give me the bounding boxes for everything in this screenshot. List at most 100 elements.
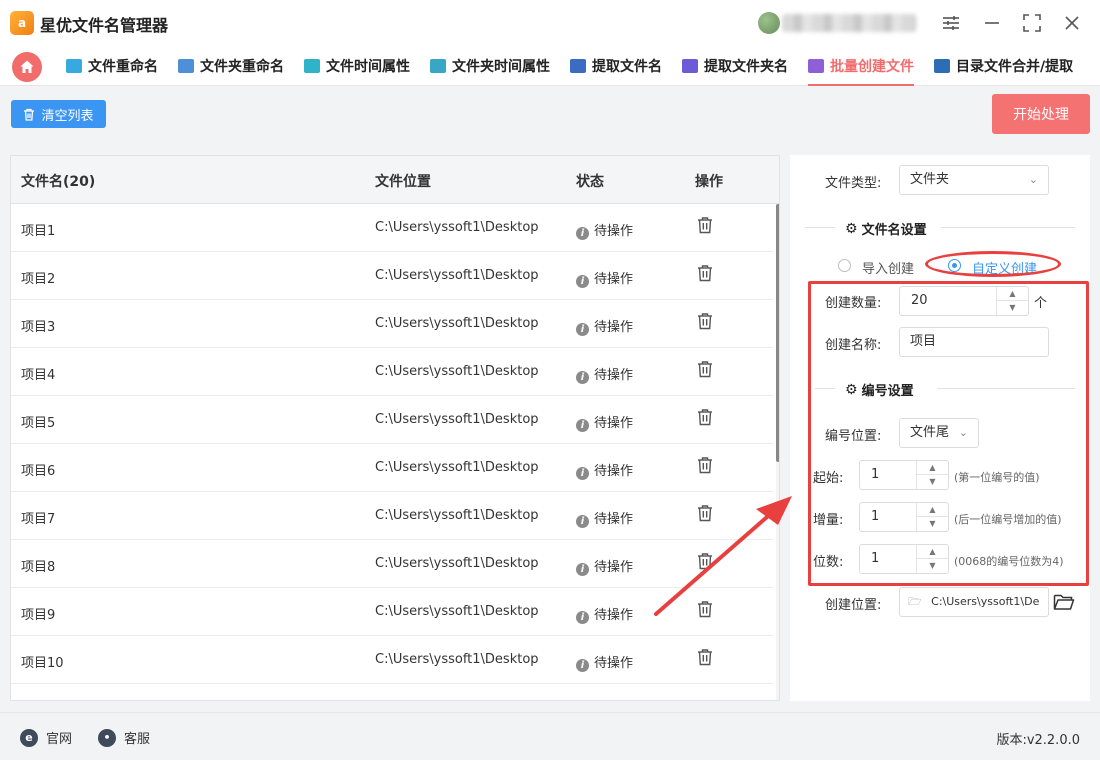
location-input[interactable]: 🗁 C:\Users\yssoft1\De (899, 587, 1049, 617)
info-icon: i (576, 515, 589, 528)
tab-label: 文件夹时间属性 (452, 59, 550, 75)
delete-icon[interactable] (696, 456, 714, 478)
delete-icon[interactable] (696, 264, 714, 286)
website-label: 官网 (46, 732, 73, 747)
support-label: 客服 (124, 732, 151, 747)
file-type-label: 文件类型: (825, 176, 882, 191)
row-filename: 项目3 (21, 320, 56, 335)
minimize-icon[interactable] (979, 10, 1005, 36)
home-button[interactable] (12, 52, 42, 82)
table-row[interactable]: 项目10 C:\Users\yssoft1\Desktop i 待操作 (11, 636, 773, 684)
tab-file-rename[interactable]: 文件重命名 (66, 46, 158, 86)
highlight-oval (925, 251, 1061, 277)
location-value: C:\Users\yssoft1\De (931, 595, 1040, 608)
row-location: C:\Users\yssoft1\Desktop (375, 604, 539, 619)
table-row[interactable]: 项目4 C:\Users\yssoft1\Desktop i 待操作 (11, 348, 773, 396)
table-row[interactable]: 项目1 C:\Users\yssoft1\Desktop i 待操作 (11, 204, 773, 252)
row-location: C:\Users\yssoft1\Desktop (375, 316, 539, 331)
info-icon: i (576, 323, 589, 336)
row-status: i 待操作 (576, 412, 633, 432)
tab-label: 提取文件夹名 (704, 59, 788, 75)
delete-icon[interactable] (696, 648, 714, 670)
delete-icon[interactable] (696, 360, 714, 382)
info-icon: i (576, 371, 589, 384)
row-location: C:\Users\yssoft1\Desktop (375, 364, 539, 379)
file-type-select[interactable]: 文件夹 ⌄ (899, 165, 1049, 195)
table-row[interactable]: 项目5 C:\Users\yssoft1\Desktop i 待操作 (11, 396, 773, 444)
info-icon: i (576, 611, 589, 624)
username-blurred (782, 14, 916, 32)
title-bar: a 星优文件名管理器 (0, 0, 1100, 46)
row-status-text: 待操作 (594, 608, 634, 623)
tab-batch-create[interactable]: 批量创建文件 (808, 46, 914, 86)
open-folder-icon[interactable] (1053, 592, 1075, 616)
info-icon: i (576, 659, 589, 672)
scrollbar-thumb[interactable] (776, 204, 779, 462)
merge-extract-icon (934, 59, 950, 73)
row-status: i 待操作 (576, 316, 633, 336)
row-filename: 项目1 (21, 224, 56, 239)
tab-extract-filename[interactable]: 提取文件名 (570, 46, 662, 86)
website-link[interactable]: e 官网 (20, 728, 72, 747)
start-process-button[interactable]: 开始处理 (992, 94, 1090, 134)
extract-filename-icon (570, 59, 586, 73)
table-scrollbar[interactable] (776, 204, 779, 700)
table-row-partial (11, 684, 773, 700)
gear-icon: ⚙ (845, 220, 858, 237)
avatar[interactable] (758, 12, 780, 34)
table-header: 文件名(20) 文件位置 状态 操作 (11, 156, 779, 204)
tab-label: 提取文件名 (592, 59, 662, 75)
tab-file-time[interactable]: 文件时间属性 (304, 46, 410, 86)
trash-icon (24, 108, 35, 121)
row-status-text: 待操作 (594, 368, 634, 383)
info-icon: i (576, 419, 589, 432)
filename-settings-title: ⚙ 文件名设置 (845, 219, 927, 239)
tab-label: 文件时间属性 (326, 59, 410, 75)
tab-folder-rename[interactable]: 文件夹重命名 (178, 46, 284, 86)
tab-merge-extract[interactable]: 目录文件合并/提取 (934, 46, 1073, 86)
row-status: i 待操作 (576, 508, 633, 528)
table-row[interactable]: 项目2 C:\Users\yssoft1\Desktop i 待操作 (11, 252, 773, 300)
clear-list-button[interactable]: 清空列表 (11, 100, 106, 128)
header-action: 操作 (695, 174, 723, 190)
header-filename[interactable]: 文件名(20) (21, 171, 95, 191)
file-type-value: 文件夹 (910, 172, 950, 187)
row-status: i 待操作 (576, 364, 633, 384)
folder-small-icon: 🗁 (908, 595, 922, 608)
row-status-text: 待操作 (594, 464, 634, 479)
clear-list-label: 清空列表 (41, 108, 94, 124)
row-location: C:\Users\yssoft1\Desktop (375, 508, 539, 523)
delete-icon[interactable] (696, 216, 714, 238)
row-location: C:\Users\yssoft1\Desktop (375, 268, 539, 283)
header-status[interactable]: 状态 (576, 171, 604, 191)
chat-icon: • (98, 728, 116, 747)
row-filename: 项目7 (21, 512, 56, 527)
filename-settings-label: 文件名设置 (861, 223, 927, 238)
radio-import-create[interactable] (838, 259, 851, 272)
settings-icon[interactable] (938, 10, 964, 36)
row-status-text: 待操作 (594, 320, 634, 335)
row-status-text: 待操作 (594, 224, 634, 239)
row-status: i 待操作 (576, 460, 633, 480)
row-status: i 待操作 (576, 268, 633, 288)
tab-label: 目录文件合并/提取 (956, 59, 1074, 75)
row-location: C:\Users\yssoft1\Desktop (375, 412, 539, 427)
row-location: C:\Users\yssoft1\Desktop (375, 460, 539, 475)
divider (805, 227, 835, 228)
tab-extract-foldername[interactable]: 提取文件夹名 (682, 46, 788, 86)
table-row[interactable]: 项目3 C:\Users\yssoft1\Desktop i 待操作 (11, 300, 773, 348)
radio-import-label[interactable]: 导入创建 (862, 258, 914, 277)
row-status: i 待操作 (576, 220, 633, 240)
highlight-box (808, 281, 1089, 586)
delete-icon[interactable] (696, 312, 714, 334)
delete-icon[interactable] (696, 408, 714, 430)
location-label: 创建位置: (825, 598, 882, 613)
support-link[interactable]: • 客服 (98, 728, 150, 747)
file-time-icon (304, 59, 320, 73)
close-icon[interactable] (1059, 10, 1085, 36)
tab-folder-time[interactable]: 文件夹时间属性 (430, 46, 550, 86)
chevron-down-icon: ⌄ (1028, 173, 1038, 186)
tab-bar: 文件重命名 文件夹重命名 文件时间属性 文件夹时间属性 提取文件名 提取文件夹名… (0, 46, 1100, 86)
header-location[interactable]: 文件位置 (375, 171, 431, 191)
maximize-icon[interactable] (1019, 10, 1045, 36)
